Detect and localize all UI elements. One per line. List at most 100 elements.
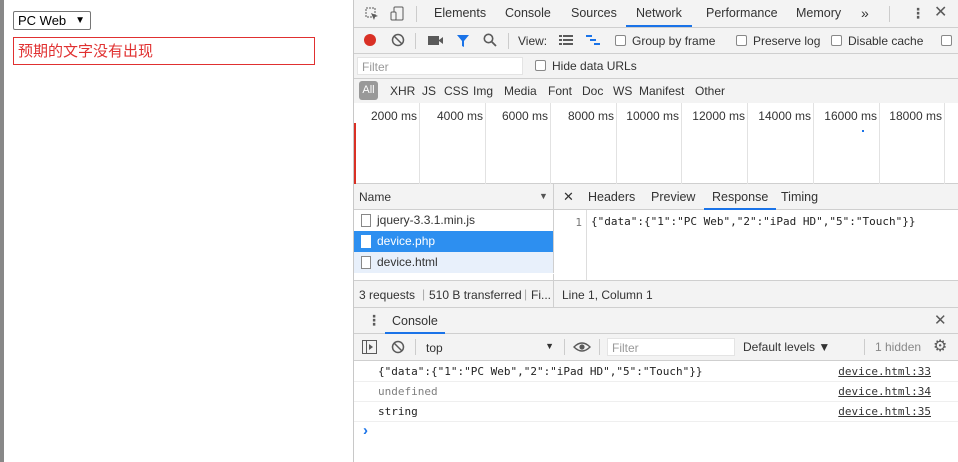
file-icon — [361, 235, 371, 248]
tab-sources[interactable]: Sources — [571, 0, 617, 27]
clear-console-icon[interactable] — [391, 340, 405, 356]
group-by-frame-checkbox[interactable] — [615, 35, 626, 46]
transferred-size: 510 B transferred — [429, 288, 522, 302]
eye-icon[interactable] — [573, 341, 591, 355]
default-levels-dropdown[interactable]: Default levels ▼ — [743, 340, 830, 354]
offline-checkbox[interactable] — [941, 35, 952, 46]
devtools-tabbar: Elements Console Sources Network Perform… — [354, 0, 958, 28]
timeline-tick: 6000 ms — [501, 109, 548, 123]
inspect-element-icon[interactable] — [365, 7, 379, 23]
close-drawer-icon[interactable]: ✕ — [934, 313, 947, 328]
more-tabs-button[interactable]: » — [861, 0, 869, 27]
request-detail-tabs: ✕ Headers Preview Response Timing — [554, 184, 958, 210]
clear-icon[interactable] — [391, 33, 405, 49]
context-select[interactable]: top ▼ — [420, 337, 556, 357]
page-viewport: PC Web ▼ 预期的文字没有出现 — [0, 0, 353, 462]
device-select[interactable]: PC Web ▼ — [13, 11, 91, 30]
tab-performance[interactable]: Performance — [706, 0, 778, 27]
hide-data-urls-checkbox[interactable] — [535, 60, 546, 71]
gear-icon[interactable]: ⚙ — [933, 339, 947, 355]
waterfall-icon[interactable] — [586, 34, 600, 48]
toolbar-separator — [416, 6, 417, 22]
console-message-text: undefined — [378, 385, 438, 398]
sort-down-icon[interactable]: ▼ — [539, 191, 548, 201]
preserve-log-checkbox[interactable] — [736, 35, 747, 46]
type-filter-doc[interactable]: Doc — [582, 84, 603, 98]
tab-preview[interactable]: Preview — [651, 184, 695, 210]
hide-data-urls-label: Hide data URLs — [552, 59, 637, 73]
request-name: device.php — [377, 234, 436, 248]
tab-timing[interactable]: Timing — [781, 184, 818, 210]
console-prompt[interactable]: › — [354, 422, 958, 462]
file-icon — [361, 214, 371, 227]
console-message: {"data":{"1":"PC Web","2":"iPad HD","5":… — [354, 362, 958, 382]
type-filter-all[interactable]: All — [359, 81, 378, 100]
response-viewer[interactable]: 1 {"data":{"1":"PC Web","2":"iPad HD","5… — [554, 210, 958, 280]
tab-console[interactable]: Console — [505, 0, 551, 27]
group-by-frame-label: Group by frame — [632, 34, 716, 48]
timeline-request-dot — [862, 130, 864, 132]
request-row-selected[interactable]: device.php — [354, 231, 554, 252]
drawer-tabbar: ⋮ Console ✕ — [354, 308, 958, 334]
timeline-tick: 16000 ms — [824, 109, 877, 123]
request-row[interactable]: device.html — [354, 252, 554, 273]
tab-network[interactable]: Network — [626, 0, 692, 27]
hidden-count: 1 hidden — [875, 340, 922, 354]
toolbar-separator — [415, 33, 416, 49]
timeline-load-marker — [354, 123, 356, 184]
request-list-header[interactable]: Name ▼ — [354, 184, 554, 210]
kebab-menu-icon[interactable]: ⋮ — [911, 6, 925, 20]
filter-funnel-icon[interactable] — [456, 34, 470, 50]
drawer-tab-console[interactable]: Console — [385, 308, 445, 334]
close-detail-icon[interactable]: ✕ — [563, 184, 574, 210]
type-filter-css[interactable]: CSS — [444, 84, 469, 98]
type-filter-font[interactable]: Font — [548, 84, 572, 98]
view-label: View: — [518, 34, 548, 48]
tab-elements[interactable]: Elements — [434, 0, 486, 27]
tab-memory[interactable]: Memory — [796, 0, 841, 27]
search-icon[interactable] — [483, 33, 497, 49]
record-icon[interactable] — [363, 33, 377, 49]
timeline-tick: 2000 ms — [370, 109, 417, 123]
tab-headers[interactable]: Headers — [588, 184, 635, 210]
timeline-gridline — [944, 103, 945, 184]
console-source-link[interactable]: device.html:33 — [838, 362, 931, 382]
sidebar-toggle-icon[interactable] — [362, 340, 377, 356]
timeline-tick: 12000 ms — [692, 109, 745, 123]
type-filter-other[interactable]: Other — [695, 84, 725, 98]
disable-cache-checkbox[interactable] — [831, 35, 842, 46]
type-filter-manifest[interactable]: Manifest — [639, 84, 684, 98]
network-filter-placeholder: Filter — [362, 60, 389, 74]
type-filter-xhr[interactable]: XHR — [390, 84, 415, 98]
drawer-menu-icon[interactable]: ⋮ — [367, 313, 381, 327]
type-filter-media[interactable]: Media — [504, 84, 537, 98]
timeline-overview[interactable]: 2000 ms 4000 ms 6000 ms 8000 ms 10000 ms… — [354, 103, 958, 184]
large-rows-icon[interactable] — [559, 34, 573, 48]
console-message: undefined device.html:34 — [354, 382, 958, 402]
message-box: 预期的文字没有出现 — [13, 37, 315, 65]
type-filter-img[interactable]: Img — [473, 84, 493, 98]
status-divider: | — [422, 287, 426, 301]
filter-row: Filter Hide data URLs — [354, 54, 958, 79]
disable-cache-label: Disable cache — [848, 34, 924, 48]
cursor-position: Line 1, Column 1 — [562, 288, 653, 302]
console-source-link[interactable]: device.html:34 — [838, 382, 931, 402]
device-toolbar-icon[interactable] — [390, 6, 404, 23]
context-value: top — [426, 341, 443, 355]
console-filter-placeholder: Filter — [612, 341, 639, 355]
screenshot-camera-icon[interactable] — [428, 34, 444, 48]
timeline-tick: 10000 ms — [626, 109, 679, 123]
toolbar-separator — [564, 339, 565, 355]
request-row[interactable]: jquery-3.3.1.min.js — [354, 210, 554, 231]
type-filter-js[interactable]: JS — [422, 84, 436, 98]
toolbar-separator — [889, 6, 890, 22]
console-source-link[interactable]: device.html:35 — [838, 402, 931, 422]
devtools-panel: Elements Console Sources Network Perform… — [353, 0, 958, 462]
tab-response[interactable]: Response — [704, 184, 777, 210]
network-filter-input[interactable]: Filter — [357, 57, 523, 75]
type-filter-ws[interactable]: WS — [613, 84, 632, 98]
console-filter-input[interactable]: Filter — [607, 338, 735, 356]
response-text: {"data":{"1":"PC Web","2":"iPad HD","5":… — [591, 215, 916, 228]
close-devtools-icon[interactable]: ✕ — [934, 5, 947, 21]
finish-time: Fi... — [531, 288, 551, 302]
